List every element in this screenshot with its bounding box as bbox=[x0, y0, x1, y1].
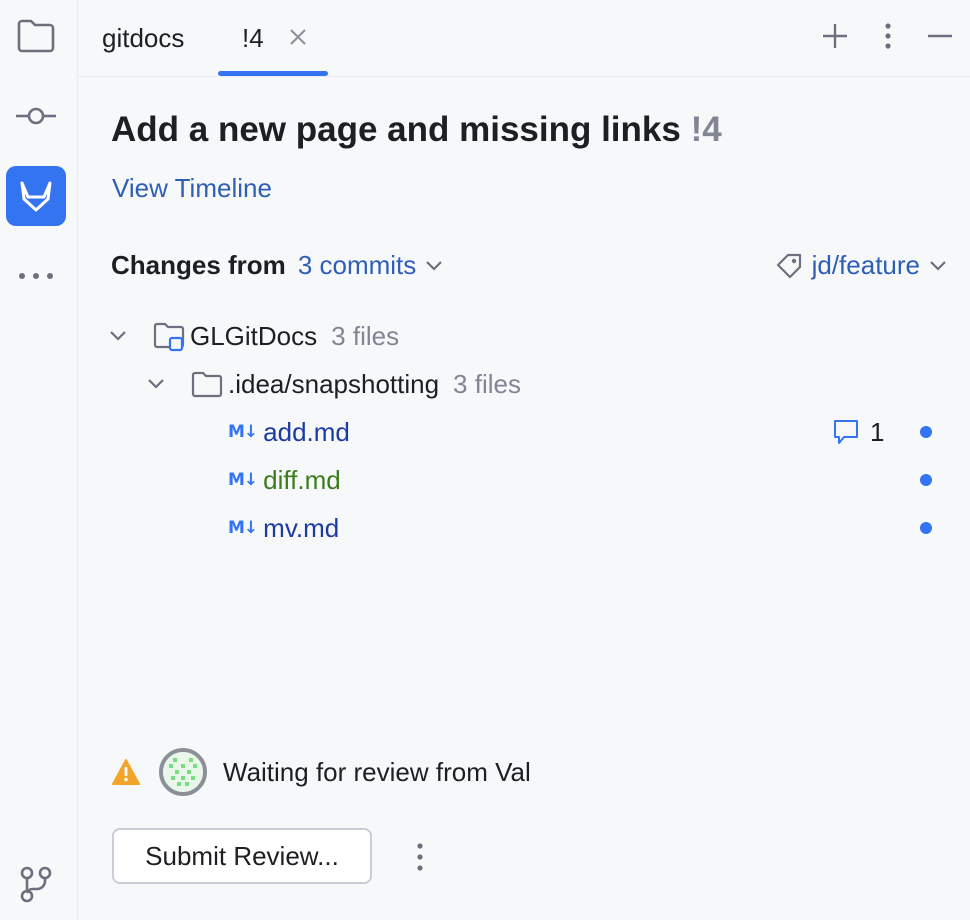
chevron-down-icon bbox=[426, 260, 443, 271]
tree-root-name: GLGitDocs bbox=[190, 320, 318, 351]
branch-dropdown[interactable]: jd/feature bbox=[774, 250, 948, 281]
tab-label: !4 bbox=[242, 23, 264, 53]
comment-count: 1 bbox=[870, 416, 885, 447]
file-row-mv[interactable]: M↓ mv.md bbox=[228, 508, 339, 548]
tree-folder-count: 3 files bbox=[453, 368, 521, 399]
gitlab-icon bbox=[20, 181, 52, 212]
more-icon bbox=[19, 273, 53, 279]
unviewed-dot bbox=[920, 426, 932, 438]
submit-review-button[interactable]: Submit Review... bbox=[112, 828, 372, 884]
file-name: add.md bbox=[263, 416, 350, 447]
avatar bbox=[159, 748, 207, 796]
close-icon[interactable] bbox=[288, 27, 308, 47]
tree-folder-row[interactable]: .idea/snapshotting 3 files bbox=[146, 364, 521, 404]
gitlab-merge-requests-tool-button[interactable] bbox=[6, 166, 66, 226]
tab-merge-request[interactable]: !4 bbox=[242, 0, 264, 77]
review-status: Waiting for review from Val bbox=[111, 746, 531, 798]
title-text: Add a new page and missing links bbox=[111, 110, 681, 149]
chevron-down-icon[interactable] bbox=[146, 377, 166, 391]
module-folder-icon bbox=[153, 322, 185, 352]
plus-icon[interactable] bbox=[821, 22, 849, 50]
tree-root-count: 3 files bbox=[331, 320, 400, 351]
commit-tool-button[interactable] bbox=[6, 86, 66, 146]
folder-icon bbox=[191, 371, 223, 398]
chevron-down-icon[interactable] bbox=[108, 329, 128, 343]
branches-icon bbox=[20, 866, 52, 903]
chevron-down-icon bbox=[930, 260, 946, 271]
file-name: diff.md bbox=[263, 464, 341, 495]
file-row-add[interactable]: M↓ add.md bbox=[228, 412, 350, 452]
tool-window-strip bbox=[0, 0, 78, 920]
more-tools-button[interactable] bbox=[6, 246, 66, 306]
file-name: mv.md bbox=[263, 512, 340, 543]
tree-root-row[interactable]: GLGitDocs 3 files bbox=[108, 316, 399, 356]
tab-label: gitdocs bbox=[102, 23, 185, 53]
commits-dropdown[interactable]: 3 commits bbox=[298, 250, 444, 281]
tab-bar: gitdocs !4 bbox=[78, 0, 970, 77]
project-tool-button[interactable] bbox=[6, 6, 66, 66]
merge-request-number: !4 bbox=[690, 110, 722, 149]
warning-icon bbox=[112, 759, 140, 785]
comment-icon bbox=[834, 420, 858, 444]
tag-icon bbox=[776, 253, 801, 278]
minimize-icon[interactable] bbox=[926, 22, 954, 50]
file-row-diff[interactable]: M↓ diff.md bbox=[228, 460, 341, 500]
active-tab-indicator bbox=[218, 71, 328, 76]
avatar-pattern bbox=[163, 752, 203, 792]
unviewed-dot bbox=[920, 522, 932, 534]
tree-folder-name: .idea/snapshotting bbox=[228, 368, 440, 399]
changes-header: Changes from 3 commits bbox=[111, 250, 444, 281]
merge-request-title: Add a new page and missing links !4 bbox=[111, 110, 722, 150]
branch-name: jd/feature bbox=[811, 250, 920, 280]
folder-icon bbox=[17, 19, 55, 53]
markdown-badge: M↓ bbox=[228, 518, 258, 538]
git-branches-tool-button[interactable] bbox=[6, 854, 66, 914]
markdown-badge: M↓ bbox=[228, 422, 258, 442]
commits-label: 3 commits bbox=[297, 250, 417, 280]
tab-gitdocs[interactable]: gitdocs bbox=[102, 0, 184, 77]
commit-icon bbox=[16, 107, 56, 125]
status-text: Waiting for review from Val bbox=[223, 756, 531, 787]
comment-counter[interactable]: 1 bbox=[832, 412, 884, 452]
kebab-icon[interactable] bbox=[408, 842, 432, 872]
kebab-icon[interactable] bbox=[876, 22, 900, 50]
view-timeline-link[interactable]: View Timeline bbox=[112, 173, 272, 204]
changes-label: Changes from bbox=[111, 250, 286, 280]
unviewed-dot bbox=[920, 474, 932, 486]
markdown-badge: M↓ bbox=[228, 470, 258, 490]
